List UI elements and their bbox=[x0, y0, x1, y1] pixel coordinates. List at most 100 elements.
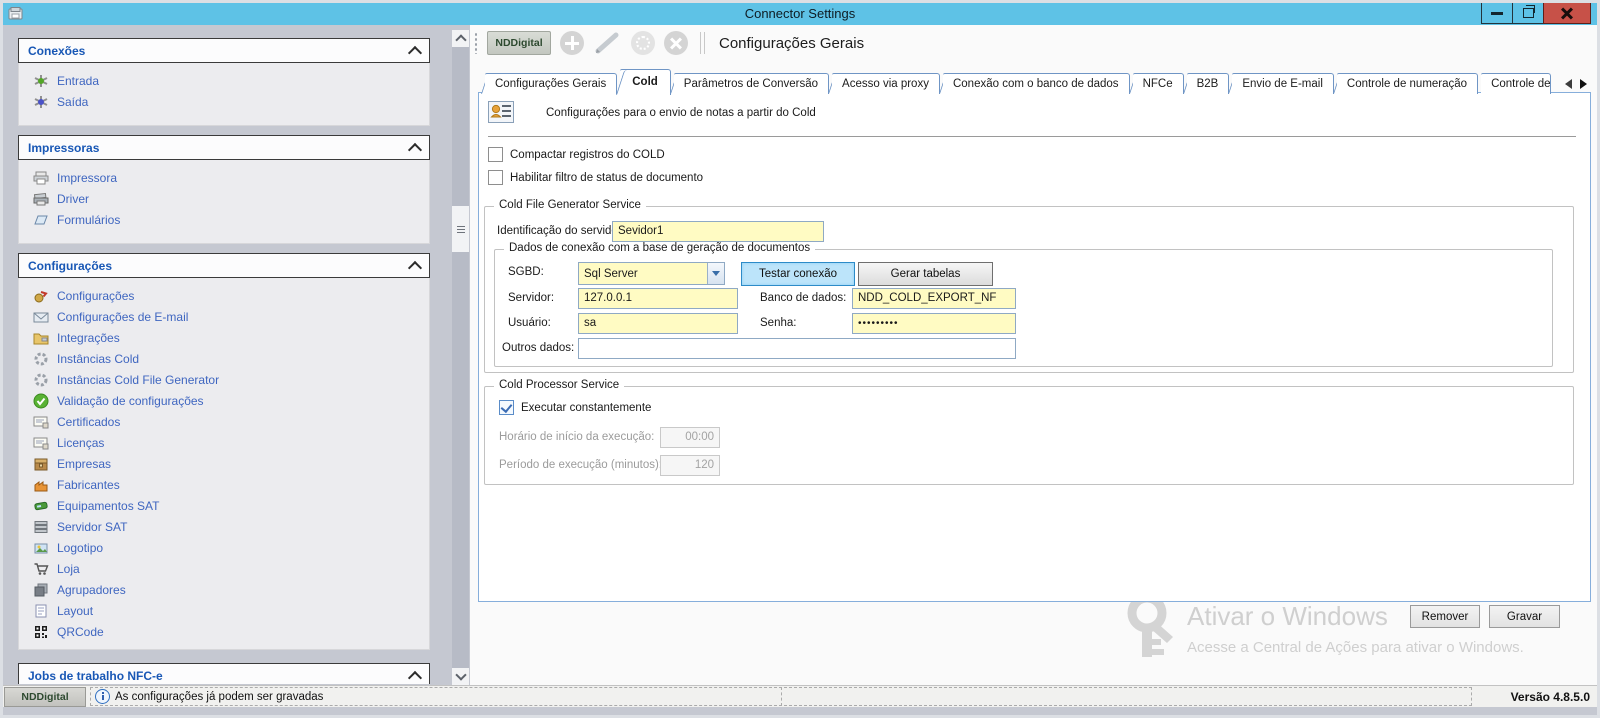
toolbar-grip[interactable] bbox=[474, 32, 478, 54]
sidebar-item-driver[interactable]: Driver bbox=[19, 188, 429, 209]
sidebar-item-formularios[interactable]: Formulários bbox=[19, 209, 429, 230]
sidebar-item-validacao[interactable]: Validação de configurações bbox=[19, 390, 429, 411]
info-icon bbox=[95, 689, 110, 704]
tab-acesso-proxy[interactable]: Acesso via proxy bbox=[832, 73, 940, 94]
other-data-field[interactable] bbox=[578, 338, 1016, 359]
divider bbox=[488, 136, 1576, 137]
window-title: Connector Settings bbox=[3, 6, 1597, 21]
scroll-down-button[interactable] bbox=[452, 668, 469, 685]
sidebar-item-empresas[interactable]: Empresas bbox=[19, 453, 429, 474]
status-message: As configurações já podem ser gravadas bbox=[115, 691, 323, 703]
sgbd-combobox[interactable]: Sql Server bbox=[578, 262, 725, 285]
collapse-icon bbox=[408, 45, 422, 59]
compactar-checkbox[interactable] bbox=[488, 147, 503, 162]
group-body: Entrada Saída bbox=[18, 63, 430, 126]
node-in-icon bbox=[33, 73, 49, 89]
watermark-line1: Ativar o Windows bbox=[1187, 601, 1388, 632]
sidebar-item-loja[interactable]: Loja bbox=[19, 558, 429, 579]
license-icon bbox=[33, 435, 49, 451]
page-title: Configurações Gerais bbox=[719, 35, 864, 52]
toolbar-brand-button[interactable]: NDDigital bbox=[487, 31, 551, 55]
cancel-button[interactable] bbox=[664, 31, 688, 55]
groupers-icon bbox=[33, 582, 49, 598]
server-field[interactable]: 127.0.0.1 bbox=[578, 288, 738, 309]
dropdown-button[interactable] bbox=[707, 263, 724, 284]
toolbar-separator bbox=[704, 32, 705, 54]
statusbar-brand-button[interactable]: NDDigital bbox=[4, 687, 86, 707]
sidebar-item-agrupadores[interactable]: Agrupadores bbox=[19, 579, 429, 600]
test-connection-button[interactable]: Testar conexão bbox=[741, 262, 855, 286]
generate-tables-button[interactable]: Gerar tabelas bbox=[858, 262, 993, 286]
key-icon bbox=[1125, 595, 1179, 661]
habilitar-filtro-checkbox[interactable] bbox=[488, 170, 503, 185]
sidebar-item-integracoes[interactable]: Integrações bbox=[19, 327, 429, 348]
other-data-label: Outros dados: bbox=[502, 342, 574, 354]
close-button[interactable] bbox=[1543, 2, 1591, 24]
certificate-icon bbox=[33, 414, 49, 430]
sidebar-item-entrada[interactable]: Entrada bbox=[19, 70, 429, 91]
database-field[interactable]: NDD_COLD_EXPORT_NF bbox=[852, 288, 1016, 309]
tab-scroll-left[interactable] bbox=[1565, 79, 1572, 89]
user-field[interactable]: sa bbox=[578, 313, 738, 334]
group-header-conexoes[interactable]: Conexões bbox=[18, 38, 430, 63]
group-header-impressoras[interactable]: Impressoras bbox=[18, 135, 430, 160]
group-header-jobs-nfce[interactable]: Jobs de trabalho NFC-e bbox=[18, 663, 430, 684]
sidebar-item-logotipo[interactable]: Logotipo bbox=[19, 537, 429, 558]
restore-button[interactable] bbox=[1512, 2, 1544, 24]
tab-configuracoes-gerais[interactable]: Configurações Gerais bbox=[485, 73, 617, 94]
tab-b2b[interactable]: B2B bbox=[1187, 73, 1230, 94]
server-id-label: Identificação do servidor: bbox=[497, 225, 625, 237]
sidebar-item-configuracoes[interactable]: Configurações bbox=[19, 285, 429, 306]
user-label: Usuário: bbox=[508, 317, 551, 329]
remove-button[interactable]: Remover bbox=[1410, 605, 1480, 628]
tab-scroll-right[interactable] bbox=[1580, 79, 1587, 89]
tab-nfce[interactable]: NFCe bbox=[1133, 73, 1184, 94]
sidebar-item-configuracoes-email[interactable]: Configurações de E-mail bbox=[19, 306, 429, 327]
sidebar-group-jobs-nfce: Jobs de trabalho NFC-e bbox=[18, 663, 430, 684]
checkbox-row-executar: Executar constantemente bbox=[499, 400, 651, 415]
group-title: Impressoras bbox=[28, 141, 99, 155]
tab-conexao-banco[interactable]: Conexão com o banco de dados bbox=[943, 73, 1130, 94]
sidebar-item-impressora[interactable]: Impressora bbox=[19, 167, 429, 188]
sidebar-item-equipamentos-sat[interactable]: Equipamentos SAT bbox=[19, 495, 429, 516]
tab-controle-ordem[interactable]: Controle de ordem d bbox=[1481, 73, 1551, 94]
tab-envio-email[interactable]: Envio de E-mail bbox=[1232, 73, 1334, 94]
settings-gear-button[interactable] bbox=[631, 31, 655, 55]
password-field[interactable]: ••••••••• bbox=[852, 313, 1016, 334]
group-title: Cold File Generator Service bbox=[494, 199, 646, 211]
group-body: Configurações Configurações de E-mail In… bbox=[18, 278, 430, 650]
minimize-button[interactable] bbox=[1481, 2, 1513, 24]
sidebar-item-saida[interactable]: Saída bbox=[19, 91, 429, 112]
scrollbar-thumb[interactable] bbox=[452, 206, 469, 252]
sidebar-scrollbar[interactable] bbox=[452, 30, 469, 685]
group-header-configuracoes[interactable]: Configurações bbox=[18, 253, 430, 278]
sat-server-icon bbox=[33, 519, 49, 535]
node-out-icon bbox=[33, 94, 49, 110]
sidebar-item-servidor-sat[interactable]: Servidor SAT bbox=[19, 516, 429, 537]
sidebar-item-instancias-cold-file-generator[interactable]: Instâncias Cold File Generator bbox=[19, 369, 429, 390]
scroll-up-button[interactable] bbox=[452, 30, 469, 47]
add-button[interactable] bbox=[560, 31, 584, 55]
sidebar-item-instancias-cold[interactable]: Instâncias Cold bbox=[19, 348, 429, 369]
sidebar-item-qrcode[interactable]: QRCode bbox=[19, 621, 429, 642]
sidebar-item-licencas[interactable]: Licenças bbox=[19, 432, 429, 453]
server-id-field[interactable]: Sevidor1 bbox=[612, 221, 824, 242]
database-label: Banco de dados: bbox=[760, 292, 846, 304]
save-button[interactable]: Gravar bbox=[1489, 605, 1560, 628]
tab-controle-numeracao[interactable]: Controle de numeração bbox=[1337, 73, 1478, 94]
edit-pencil-button[interactable] bbox=[592, 30, 622, 56]
executar-constantemente-checkbox[interactable] bbox=[499, 400, 514, 415]
checkbox-row-compactar: Compactar registros do COLD bbox=[488, 147, 665, 162]
statusbar-spacer bbox=[784, 687, 1472, 706]
cold-file-generator-icon bbox=[33, 372, 49, 388]
sgbd-label: SGBD: bbox=[508, 266, 544, 278]
sat-equipment-icon bbox=[33, 498, 49, 514]
watermark-line2: Acesse a Central de Ações para ativar o … bbox=[1187, 639, 1524, 656]
tab-description: Configurações para o envio de notas a pa… bbox=[546, 107, 816, 119]
tab-parametros-conversao[interactable]: Parâmetros de Conversão bbox=[674, 73, 829, 94]
toolbar: NDDigital Configurações Gerais bbox=[470, 25, 1597, 61]
sidebar-item-fabricantes[interactable]: Fabricantes bbox=[19, 474, 429, 495]
sidebar-item-certificados[interactable]: Certificados bbox=[19, 411, 429, 432]
sidebar-item-layout[interactable]: Layout bbox=[19, 600, 429, 621]
tab-cold[interactable]: Cold bbox=[620, 69, 671, 95]
